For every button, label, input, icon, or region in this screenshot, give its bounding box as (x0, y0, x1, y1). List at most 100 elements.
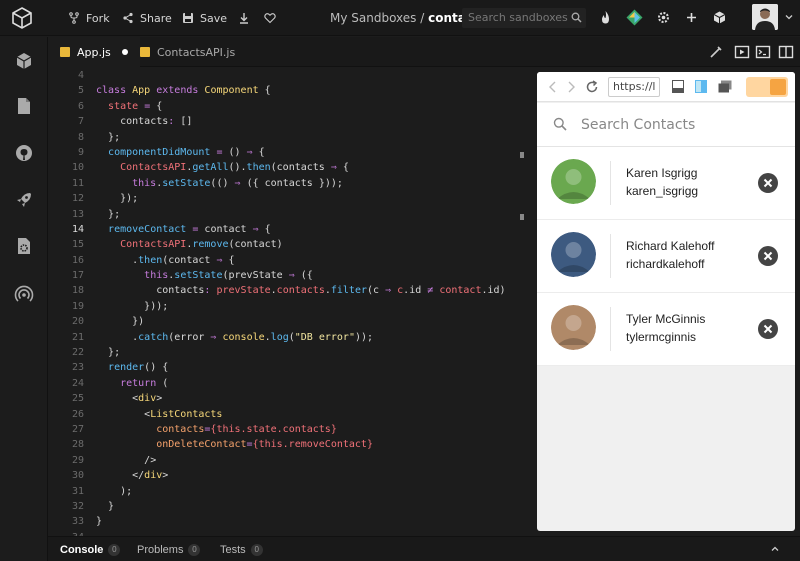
flame-icon[interactable] (598, 10, 613, 25)
tab-problems-label: Problems (137, 543, 184, 556)
code-line[interactable]: /> (96, 453, 506, 468)
line-number: 23 (71, 362, 84, 374)
preview-layout-icon[interactable] (734, 44, 750, 60)
code-line[interactable]: state = { (96, 99, 506, 114)
code-line[interactable]: ContactsAPI.remove(contact) (96, 237, 506, 252)
code-line[interactable]: render() { (96, 360, 506, 375)
code-line[interactable]: } (96, 514, 506, 529)
code-line[interactable]: contacts: prevState.contacts.filter(c ⇒ … (96, 283, 505, 298)
code-line[interactable]: .catch(error ⇒ console.log("DB error")); (96, 330, 506, 345)
code-line[interactable]: }; (96, 345, 506, 360)
download-button[interactable] (238, 0, 250, 36)
line-number: 11 (71, 177, 84, 189)
code-line[interactable]: contacts={this.state.contacts} (96, 422, 506, 437)
user-avatar[interactable] (752, 4, 778, 30)
plus-icon[interactable] (684, 10, 699, 25)
chevron-down-icon[interactable] (784, 12, 794, 22)
refresh-icon[interactable] (585, 80, 599, 94)
fork-button[interactable]: Fork (68, 0, 110, 36)
like-button[interactable] (264, 0, 276, 36)
tab-console[interactable]: Console 0 (60, 537, 121, 561)
code-line[interactable]: })); (96, 299, 506, 314)
tab-tests-label: Tests (220, 543, 246, 556)
layout-stack-icon[interactable] (718, 80, 732, 93)
code-line[interactable]: return ( (96, 376, 506, 391)
code-line[interactable]: }; (96, 130, 506, 145)
line-number: 4 (77, 70, 84, 81)
line-number: 7 (77, 116, 84, 128)
close-icon (763, 324, 773, 334)
preview-url-field[interactable]: https://l (608, 77, 660, 97)
config-icon[interactable] (14, 236, 34, 256)
rocket-icon[interactable] (14, 190, 34, 210)
code-line[interactable]: this.setState(prevState ⇒ ({ (96, 268, 506, 283)
prettify-icon[interactable] (708, 44, 724, 60)
code-line[interactable]: }; (96, 207, 506, 222)
live-icon[interactable] (14, 284, 34, 304)
download-icon (240, 13, 248, 24)
search-contacts-input[interactable] (581, 113, 781, 137)
code-line[interactable]: <ListContacts (96, 407, 506, 422)
code-line[interactable]: onDeleteContact={this.removeContact} (96, 437, 506, 452)
remove-contact-button[interactable] (758, 246, 778, 266)
code-line[interactable]: class App extends Component { (96, 83, 506, 98)
preview-toggle[interactable] (746, 77, 788, 97)
tab-problems[interactable]: Problems 0 (137, 537, 201, 561)
line-number: 29 (71, 454, 84, 466)
code-line[interactable]: } (96, 499, 506, 514)
problems-count-badge: 0 (188, 543, 201, 556)
code-line[interactable] (96, 68, 506, 83)
terminal-icon[interactable] (755, 44, 771, 60)
code-line[interactable]: removeContact = contact ⇒ { (96, 222, 506, 237)
console-bar: Console 0 Problems 0 Tests 0 (48, 536, 800, 561)
contact-divider (610, 307, 611, 351)
code-line[interactable]: contacts: [] (96, 114, 506, 129)
code-line[interactable]: ContactsAPI.getAll().then(contacts ⇒ { (96, 160, 506, 175)
code-line[interactable]: .then(contact ⇒ { (96, 253, 506, 268)
codesandbox-logo-icon[interactable] (10, 6, 34, 30)
contact-divider (610, 234, 611, 278)
console-count-badge: 0 (108, 543, 121, 556)
line-number: 12 (71, 193, 84, 205)
code-line[interactable]: }) (96, 314, 506, 329)
breadcrumb-parent[interactable]: My Sandboxes / (330, 11, 424, 25)
split-view-icon[interactable] (778, 44, 794, 60)
sandbox-search-input[interactable] (462, 8, 586, 28)
contact-list-item: Karen Isgrigg karen_isgrigg (537, 147, 795, 220)
code-line[interactable]: this.setState(() ⇒ ({ contacts })); (96, 176, 506, 191)
chevron-up-icon[interactable] (770, 544, 780, 554)
back-icon[interactable] (547, 80, 559, 94)
line-number: 20 (71, 316, 84, 328)
forward-icon[interactable] (565, 80, 577, 94)
tab-contacts-api-js[interactable]: ContactsAPI.js (128, 37, 247, 67)
tab-tests[interactable]: Tests 0 (220, 537, 263, 561)
github-icon[interactable] (14, 143, 34, 163)
code-editor[interactable]: 4 5 6 7 8 9 10 11 12 13 14 15 16 17 18 19 20 21 22 23 24 25 26… (48, 68, 528, 536)
search-icon (553, 117, 567, 131)
remove-contact-button[interactable] (758, 173, 778, 193)
code-line[interactable]: ); (96, 484, 506, 499)
code-lines[interactable]: class App extends Component { state = { … (96, 68, 506, 536)
code-line[interactable]: <div> (96, 391, 506, 406)
line-number: 21 (71, 331, 84, 343)
line-number: 19 (71, 300, 84, 312)
box-icon[interactable] (712, 10, 727, 25)
layout-bottom-icon[interactable] (672, 80, 684, 93)
code-line[interactable]: </div> (96, 468, 506, 483)
layout-side-icon[interactable] (695, 80, 707, 93)
save-button[interactable]: Save (182, 0, 227, 36)
code-line[interactable]: }); (96, 191, 506, 206)
line-number: 16 (71, 254, 84, 266)
code-line[interactable]: componentDidMount = () ⇒ { (96, 145, 506, 160)
share-button[interactable]: Share (122, 0, 172, 36)
top-bar: Fork Share Save My Sandboxes / contacts-… (0, 0, 800, 36)
file-icon[interactable] (14, 96, 34, 116)
js-file-icon (140, 47, 150, 57)
remove-contact-button[interactable] (758, 319, 778, 339)
patron-badge-icon[interactable] (626, 9, 643, 26)
tab-app-js[interactable]: App.js (48, 37, 140, 67)
line-number: 24 (71, 377, 84, 389)
gear-icon[interactable] (656, 10, 671, 25)
contact-handle: karen_isgrigg (626, 184, 699, 198)
cube-icon[interactable] (14, 51, 34, 71)
